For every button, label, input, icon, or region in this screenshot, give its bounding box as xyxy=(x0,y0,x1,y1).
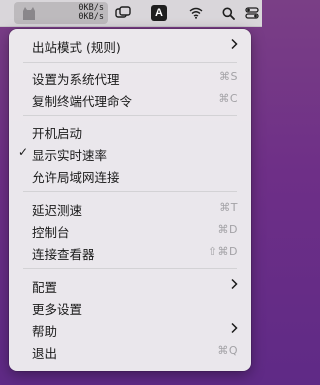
connection-viewer-shortcut: ⇧⌘D xyxy=(207,245,238,258)
chevron-right-icon xyxy=(231,38,238,50)
menu-bar: 0KB/s 0KB/s A xyxy=(0,0,262,27)
chevron-right-icon xyxy=(231,322,238,334)
window-switcher-icon[interactable] xyxy=(112,0,134,26)
cat-icon xyxy=(23,7,35,20)
speed-readout: 0KB/s 0KB/s xyxy=(78,4,104,22)
clash-dropdown-menu: 出站模式 (规则) 设置为系统代理 ⌘S 复制终端代理命令 ⌘C 开机启动 ✓ … xyxy=(9,29,251,371)
latency-test-shortcut: ⌘T xyxy=(219,201,238,214)
checkmark-icon: ✓ xyxy=(18,145,29,159)
show-realtime-speed-label: 显示实时速率 xyxy=(32,148,108,163)
help-label: 帮助 xyxy=(32,324,58,339)
menu-item-launch-at-login[interactable]: 开机启动 xyxy=(14,120,246,142)
dashboard-label: 控制台 xyxy=(32,225,70,240)
menu-item-help[interactable]: 帮助 xyxy=(14,318,246,340)
more-settings-label: 更多设置 xyxy=(32,302,83,317)
control-center-icon[interactable] xyxy=(242,0,262,26)
menu-item-latency-test[interactable]: 延迟测速 ⌘T xyxy=(14,197,246,219)
chevron-right-icon xyxy=(231,278,238,290)
launch-at-login-label: 开机启动 xyxy=(32,126,83,141)
set-system-proxy-label: 设置为系统代理 xyxy=(32,72,120,87)
clash-status-item[interactable]: 0KB/s 0KB/s xyxy=(14,2,108,24)
menu-separator xyxy=(23,62,237,63)
menu-item-show-realtime-speed[interactable]: ✓ 显示实时速率 xyxy=(14,142,246,164)
menu-separator xyxy=(23,191,237,192)
set-system-proxy-shortcut: ⌘S xyxy=(219,70,238,83)
menu-item-outbound-mode[interactable]: 出站模式 (规则) xyxy=(14,34,246,56)
menu-item-config[interactable]: 配置 xyxy=(14,274,246,296)
input-method-icon[interactable]: A xyxy=(150,0,168,26)
menu-item-dashboard[interactable]: 控制台 ⌘D xyxy=(14,219,246,241)
menu-item-set-system-proxy[interactable]: 设置为系统代理 ⌘S xyxy=(14,66,246,88)
quit-label: 退出 xyxy=(32,346,58,361)
dashboard-shortcut: ⌘D xyxy=(217,223,238,236)
copy-terminal-proxy-label: 复制终端代理命令 xyxy=(32,94,133,109)
copy-terminal-proxy-shortcut: ⌘C xyxy=(218,92,238,105)
menu-item-quit[interactable]: 退出 ⌘Q xyxy=(14,340,246,362)
config-label: 配置 xyxy=(32,280,58,295)
allow-lan-label: 允许局域网连接 xyxy=(32,170,120,185)
outbound-mode-label: 出站模式 (规则) xyxy=(32,40,121,55)
quit-shortcut: ⌘Q xyxy=(217,344,238,357)
latency-test-label: 延迟测速 xyxy=(32,203,83,218)
menu-item-connection-viewer[interactable]: 连接查看器 ⇧⌘D xyxy=(14,241,246,263)
menu-item-allow-lan[interactable]: 允许局域网连接 xyxy=(14,164,246,186)
menu-item-copy-terminal-proxy[interactable]: 复制终端代理命令 ⌘C xyxy=(14,88,246,110)
connection-viewer-label: 连接查看器 xyxy=(32,247,95,262)
input-method-letter: A xyxy=(151,5,167,21)
wifi-icon[interactable] xyxy=(186,0,206,26)
download-speed: 0KB/s xyxy=(78,12,104,22)
menu-separator xyxy=(23,115,237,116)
menu-item-more-settings[interactable]: 更多设置 xyxy=(14,296,246,318)
search-icon[interactable] xyxy=(218,0,238,26)
menu-separator xyxy=(23,268,237,269)
